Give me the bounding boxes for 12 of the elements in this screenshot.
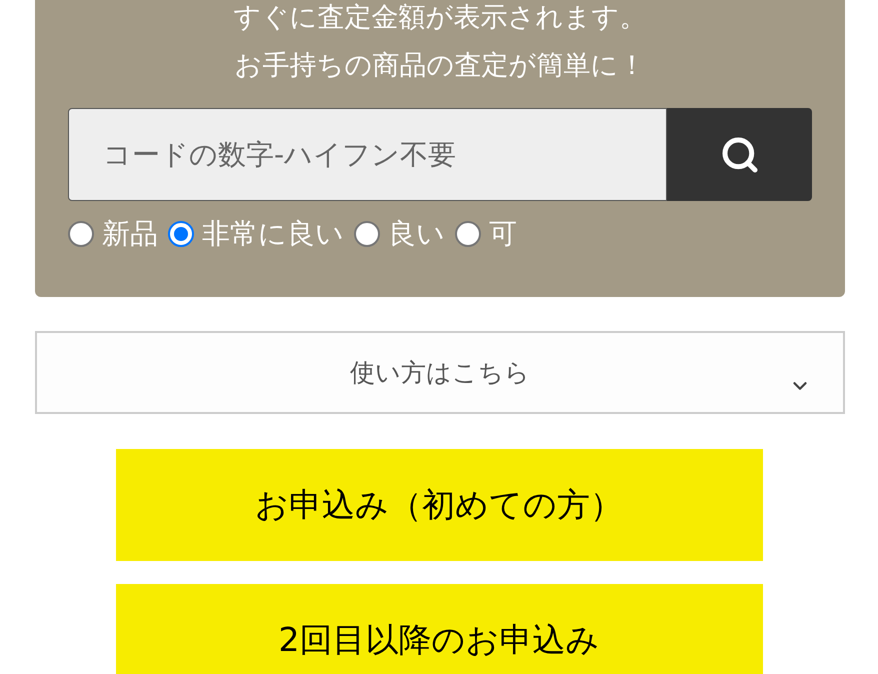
search-button[interactable] <box>667 108 812 201</box>
apply-button[interactable]: 2回目以降のお申込み <box>116 584 762 674</box>
condition-radio[interactable]: 新品 <box>68 213 158 255</box>
search-field[interactable]: コードの数字-ハイフン不要 <box>68 108 667 201</box>
condition-radio[interactable]: 良い <box>354 213 445 255</box>
condition-radio[interactable]: 可 <box>455 213 517 255</box>
intro-text: すぐに査定金額が表示されます。 <box>234 1 646 35</box>
intro-text: お手持ちの商品の査定が簡単に！ <box>234 49 646 83</box>
condition-radio[interactable]: 非常に良い <box>168 213 344 255</box>
apply-button[interactable]: お申込み（初めての方） <box>116 449 762 561</box>
search-icon <box>720 134 760 174</box>
howto-accordion[interactable]: 使い方はこちら <box>35 331 845 414</box>
